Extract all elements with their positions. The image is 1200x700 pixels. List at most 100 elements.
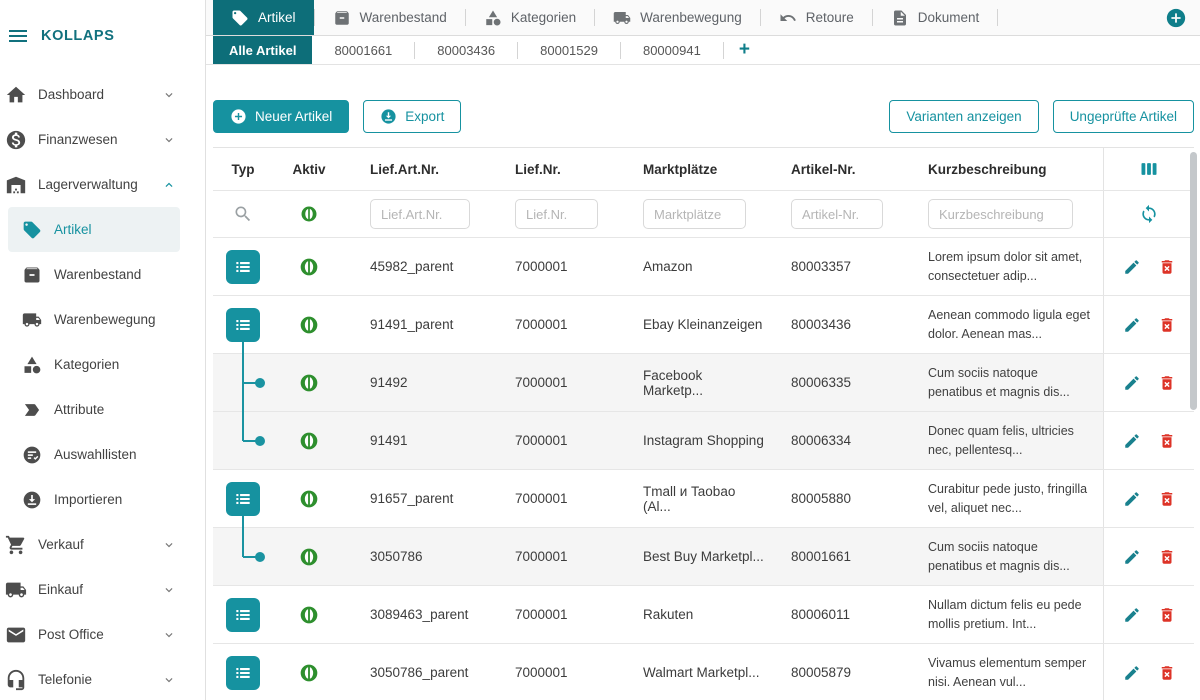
tab-kategorien[interactable]: Kategorien bbox=[466, 0, 594, 35]
active-status-icon[interactable] bbox=[299, 431, 319, 451]
filter-input-kurzbeschreibung[interactable] bbox=[928, 199, 1073, 229]
subtab-80001661[interactable]: 80001661 bbox=[312, 36, 414, 64]
sidebar-item-finanzwesen[interactable]: Finanzwesen bbox=[0, 117, 205, 162]
refresh-icon[interactable] bbox=[1139, 204, 1159, 224]
cell-actions bbox=[1103, 528, 1194, 585]
active-status-icon[interactable] bbox=[299, 605, 319, 625]
edit-button[interactable] bbox=[1123, 490, 1141, 508]
tab-dokument[interactable]: Dokument bbox=[873, 0, 998, 35]
active-status-icon[interactable] bbox=[299, 257, 319, 277]
hamburger-menu-icon[interactable] bbox=[6, 24, 30, 48]
subtab-80003436[interactable]: 80003436 bbox=[415, 36, 517, 64]
tab-retoure[interactable]: Retoure bbox=[761, 0, 872, 35]
sidebar-item-dashboard[interactable]: Dashboard bbox=[0, 72, 205, 117]
tab-warenbewegung[interactable]: Warenbewegung bbox=[595, 0, 760, 35]
new-article-button[interactable]: Neuer Artikel bbox=[213, 100, 349, 133]
cell-aktiv bbox=[273, 354, 345, 411]
edit-button[interactable] bbox=[1123, 374, 1141, 392]
sidebar-item-verkauf[interactable]: Verkauf bbox=[0, 522, 205, 567]
filter-cell-marktpl-tze bbox=[618, 191, 766, 237]
parent-type-button[interactable] bbox=[226, 598, 260, 632]
show-variants-button[interactable]: Varianten anzeigen bbox=[889, 100, 1038, 133]
subtab-alle-artikel[interactable]: Alle Artikel bbox=[213, 36, 312, 64]
filter-input-lief-nr[interactable] bbox=[515, 199, 598, 229]
sidebar-item-kategorien[interactable]: Kategorien bbox=[8, 342, 180, 387]
edit-button[interactable] bbox=[1123, 548, 1141, 566]
sidebar-item-attribute[interactable]: Attribute bbox=[8, 387, 180, 432]
tab-warenbestand[interactable]: Warenbestand bbox=[315, 0, 465, 35]
filter-input-lief-art-nr[interactable] bbox=[370, 199, 470, 229]
sidebar-item-artikel[interactable]: Artikel bbox=[8, 207, 180, 252]
tree-node-dot bbox=[255, 436, 265, 446]
subtab-80001529[interactable]: 80001529 bbox=[518, 36, 620, 64]
filter-cell-typ bbox=[213, 191, 273, 237]
parent-type-button[interactable] bbox=[226, 308, 260, 342]
delete-button[interactable] bbox=[1158, 316, 1176, 334]
active-status-icon[interactable] bbox=[299, 547, 319, 567]
parent-type-button[interactable] bbox=[226, 250, 260, 284]
sidebar-item-telefonie[interactable]: Telefonie bbox=[0, 657, 205, 700]
column-header-artikel-nr: Artikel-Nr. bbox=[766, 148, 903, 190]
cell-aktiv bbox=[273, 238, 345, 295]
chevron-down-icon[interactable] bbox=[162, 583, 176, 597]
edit-button[interactable] bbox=[1123, 664, 1141, 682]
chevron-down-icon[interactable] bbox=[162, 628, 176, 642]
sidebar-item-post-office[interactable]: Post Office bbox=[0, 612, 205, 657]
cell-actions bbox=[1103, 470, 1194, 527]
search-icon[interactable] bbox=[233, 204, 253, 224]
filter-input-artikel-nr[interactable] bbox=[791, 199, 883, 229]
active-status-icon[interactable] bbox=[299, 373, 319, 393]
table-filter-row bbox=[213, 191, 1194, 238]
active-status-icon[interactable] bbox=[299, 315, 319, 335]
cell-lief-art-nr: 91492 bbox=[345, 354, 490, 411]
edit-button[interactable] bbox=[1123, 432, 1141, 450]
kurz-text: Cum sociis natoque penatibus et magnis d… bbox=[928, 364, 1093, 402]
delete-button[interactable] bbox=[1158, 606, 1176, 624]
filter-cell-actions bbox=[1103, 191, 1194, 237]
delete-button[interactable] bbox=[1158, 664, 1176, 682]
box-icon bbox=[333, 9, 351, 27]
export-button[interactable]: Export bbox=[363, 100, 461, 133]
chevron-down-icon[interactable] bbox=[162, 88, 176, 102]
sidebar-item-warenbestand[interactable]: Warenbestand bbox=[8, 252, 180, 297]
sidebar-item-einkauf[interactable]: Einkauf bbox=[0, 567, 205, 612]
delete-button[interactable] bbox=[1158, 258, 1176, 276]
sidebar-item-warenbewegung[interactable]: Warenbewegung bbox=[8, 297, 180, 342]
table-row: 914927000001Facebook Marketp...80006335C… bbox=[213, 354, 1194, 412]
edit-button[interactable] bbox=[1123, 316, 1141, 334]
add-article-tab-button[interactable]: + bbox=[724, 36, 765, 64]
subtab-80000941[interactable]: 80000941 bbox=[621, 36, 723, 64]
tree-connector bbox=[242, 411, 244, 441]
sidebar-item-lagerverwaltung[interactable]: Lagerverwaltung bbox=[0, 162, 205, 207]
active-status-icon[interactable] bbox=[299, 663, 319, 683]
chevron-down-icon[interactable] bbox=[162, 133, 176, 147]
parent-type-button[interactable] bbox=[226, 482, 260, 516]
list-icon bbox=[233, 489, 253, 509]
sidebar-item-auswahllisten[interactable]: Auswahllisten bbox=[8, 432, 180, 477]
delete-button[interactable] bbox=[1158, 548, 1176, 566]
scrollbar-thumb[interactable] bbox=[1190, 152, 1197, 410]
sidebar-item-label: Finanzwesen bbox=[38, 132, 118, 147]
unchecked-articles-button[interactable]: Ungeprüfte Artikel bbox=[1053, 100, 1194, 133]
add-tab-button[interactable] bbox=[1165, 7, 1187, 29]
delete-button[interactable] bbox=[1158, 490, 1176, 508]
delete-button[interactable] bbox=[1158, 432, 1176, 450]
app-window: KOLLAPS DashboardFinanzwesenLagerverwalt… bbox=[0, 0, 1200, 700]
filter-cell-artikel-nr bbox=[766, 191, 903, 237]
filter-input-marktpl-tze[interactable] bbox=[643, 199, 746, 229]
edit-button[interactable] bbox=[1123, 258, 1141, 276]
cell-artikel-nr: 80001661 bbox=[766, 528, 903, 585]
chevron-down-icon[interactable] bbox=[162, 538, 176, 552]
tab-artikel[interactable]: Artikel bbox=[213, 0, 314, 35]
delete-button[interactable] bbox=[1158, 374, 1176, 392]
parent-type-button[interactable] bbox=[226, 656, 260, 690]
cell-marktplatz: Ebay Kleinanzeigen bbox=[618, 296, 766, 353]
checklist-icon bbox=[22, 445, 42, 465]
chevron-down-icon[interactable] bbox=[162, 673, 176, 687]
sidebar-item-importieren[interactable]: Importieren bbox=[8, 477, 180, 522]
active-status-icon[interactable] bbox=[299, 489, 319, 509]
columns-icon[interactable] bbox=[1139, 159, 1159, 179]
active-status-icon[interactable] bbox=[300, 205, 318, 223]
chevron-up-icon[interactable] bbox=[162, 178, 176, 192]
edit-button[interactable] bbox=[1123, 606, 1141, 624]
